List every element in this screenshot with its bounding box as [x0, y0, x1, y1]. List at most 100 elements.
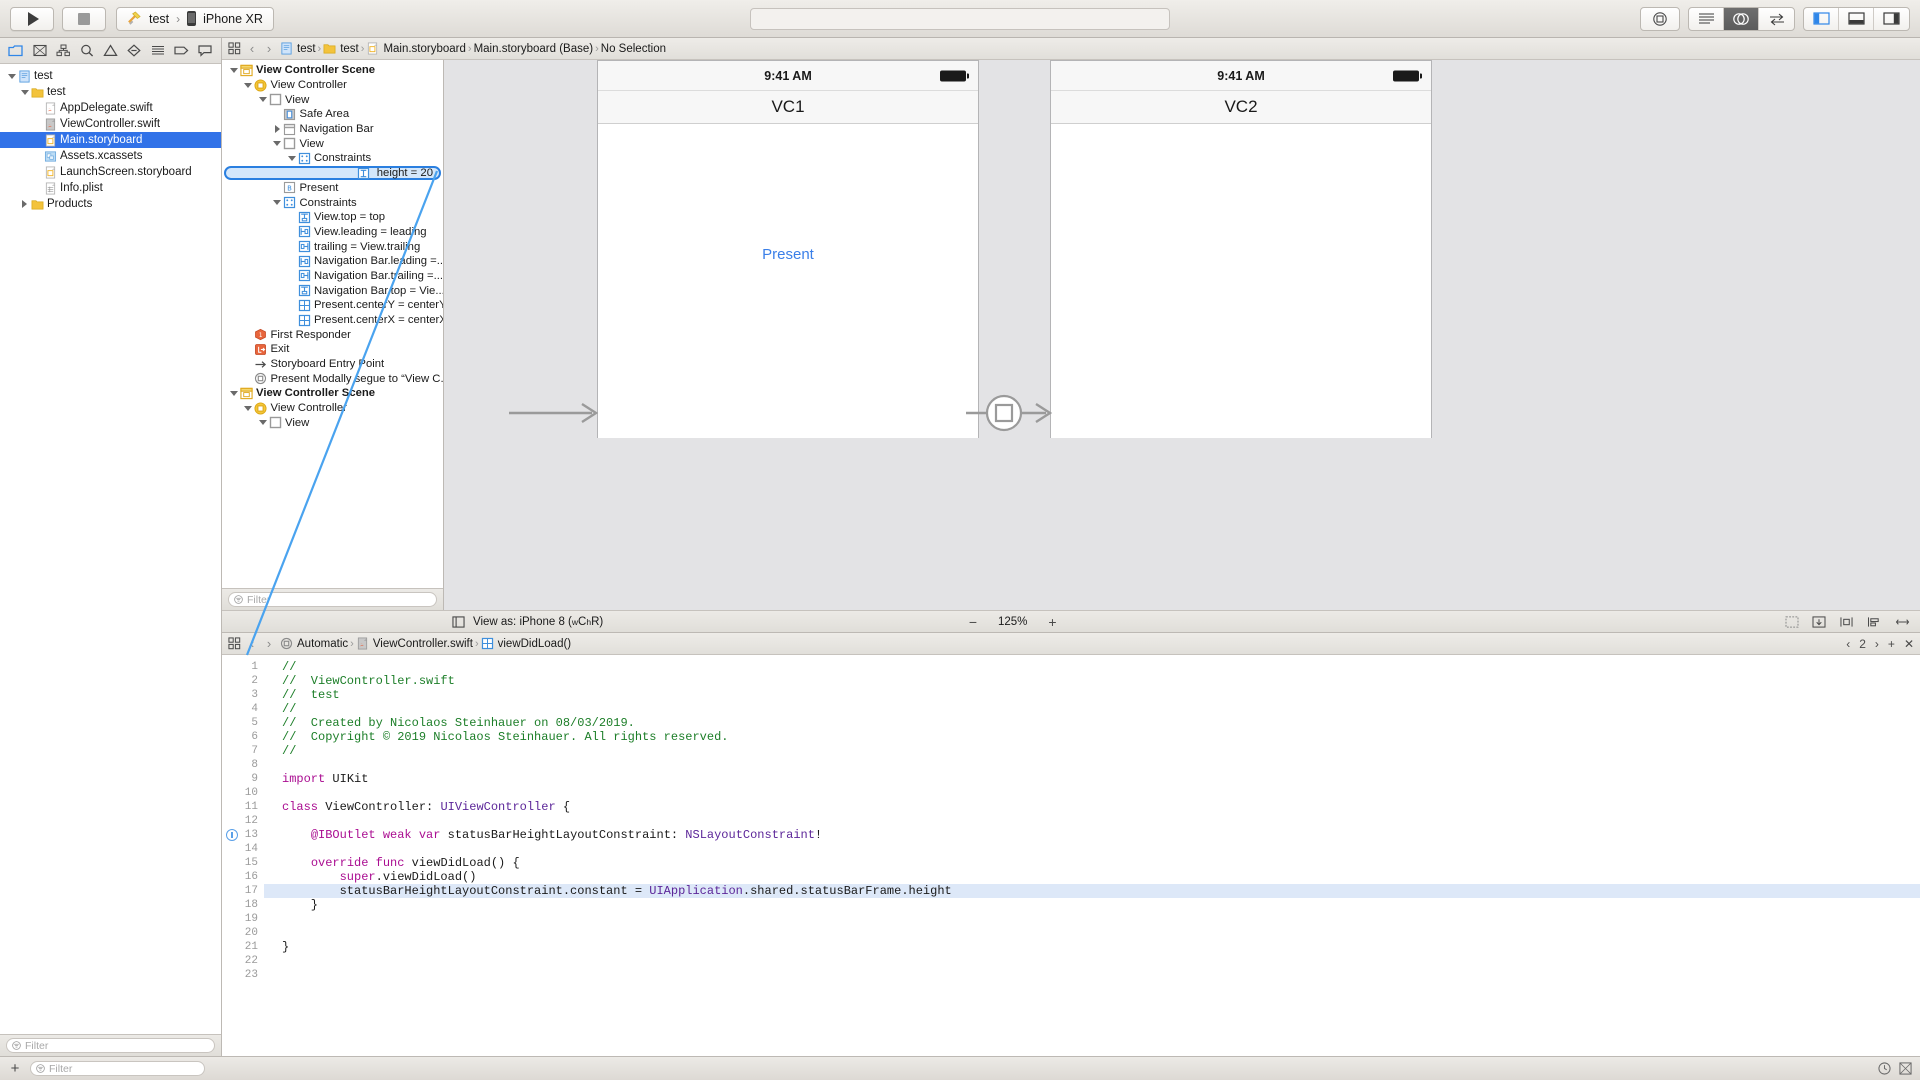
outline-item[interactable]: Safe Area [222, 107, 443, 122]
view-as-label[interactable]: View as: iPhone 8 (w C h R) [473, 616, 603, 628]
outline-item[interactable]: Present.centerY = centerY [222, 298, 443, 313]
code-line[interactable]: statusBarHeightLayoutConstraint.constant… [264, 884, 1920, 898]
related-items-icon[interactable] [228, 42, 241, 55]
outline-item[interactable]: height = 20 [222, 166, 443, 181]
outline-item[interactable]: View.top = top [222, 210, 443, 225]
code-breadcrumb[interactable]: Automatic › ViewController.swift › viewDidLo… [280, 637, 571, 650]
outline-item[interactable]: View [222, 136, 443, 151]
library-button[interactable] [1640, 6, 1680, 31]
code-line[interactable]: } [264, 940, 1920, 954]
breadcrumb-item[interactable]: test [323, 42, 359, 55]
twisty-open[interactable] [228, 390, 239, 396]
navigator-item[interactable]: test [0, 68, 221, 84]
outline-item[interactable]: Navigation Bar.top = Vie... [222, 283, 443, 298]
code-line[interactable]: super.viewDidLoad() [264, 870, 1920, 884]
code-line[interactable]: // test [264, 688, 1920, 702]
navigator-item[interactable]: AppDelegate.swift [0, 100, 221, 116]
navigator-tab-debug[interactable] [146, 39, 170, 63]
code-text-area[interactable]: 1 2 3 4 5 6 7 8 9 10 11 12 13 14 15 16 17 18 19 20 21 22 23 //… [222, 655, 1920, 1056]
outline-selected-pill[interactable]: height = 20 [224, 166, 441, 181]
outline-filter-input[interactable]: Filter [228, 592, 437, 607]
breadcrumb-item[interactable]: viewDidLoad() [481, 637, 571, 650]
version-editor-button[interactable] [1759, 8, 1794, 30]
twisty-open[interactable] [257, 97, 268, 103]
code-line[interactable]: // [264, 744, 1920, 758]
align-icon[interactable] [1867, 616, 1882, 628]
jump-bar-forward-button[interactable]: › [263, 41, 275, 56]
code-line[interactable] [264, 842, 1920, 856]
scene-vc1[interactable]: 9:41 AM VC1 Present [597, 60, 979, 438]
navigator-tab-source-control[interactable] [28, 39, 52, 63]
toggle-debug-button[interactable] [1839, 7, 1874, 30]
breadcrumb-item[interactable]: Automatic [280, 637, 348, 650]
outlet-connection-marker-icon[interactable] [226, 829, 238, 841]
twisty-closed[interactable] [19, 200, 30, 208]
outline-item[interactable]: View Controller [222, 78, 443, 93]
code-line[interactable] [264, 968, 1920, 982]
outline-item[interactable]: Constraints [222, 151, 443, 166]
code-line[interactable]: import UIKit [264, 772, 1920, 786]
navigator-item[interactable]: Products [0, 196, 221, 212]
embed-in-icon[interactable] [1839, 616, 1854, 628]
clock-icon[interactable] [1878, 1062, 1891, 1075]
code-line[interactable] [264, 786, 1920, 800]
code-line[interactable] [264, 926, 1920, 940]
outline-item[interactable]: Navigation Bar.trailing =... [222, 269, 443, 284]
outline-item[interactable]: B Present [222, 181, 443, 196]
breadcrumb-item[interactable]: No Selection [601, 43, 666, 55]
assistant-next-button[interactable]: › [1875, 637, 1879, 651]
breadcrumb-item[interactable]: ViewController.swift [356, 637, 473, 650]
outline-item[interactable]: Present Modally segue to “View C... [222, 371, 443, 386]
bottom-filter-input[interactable]: Filter [30, 1061, 205, 1076]
stop-button[interactable] [62, 6, 106, 31]
navigator-tab-issue[interactable] [99, 39, 123, 63]
source-code[interactable]: //// ViewController.swift// test//// Cre… [264, 655, 1920, 1056]
breadcrumb-item[interactable]: Main.storyboard (Base) [474, 43, 594, 55]
navigator-tab-find[interactable] [75, 39, 99, 63]
scheme-selector[interactable]: test › iPhone XR [116, 6, 274, 31]
zoom-level[interactable]: 125% [998, 616, 1027, 628]
code-jump-forward-button[interactable]: › [263, 636, 275, 651]
project-navigator-tree[interactable]: test test AppDelegate.swift ViewController.… [0, 64, 221, 1034]
navigator-tab-test[interactable] [122, 39, 146, 63]
jump-bar-back-button[interactable]: ‹ [246, 41, 258, 56]
navigator-item[interactable]: test [0, 84, 221, 100]
navigator-tab-report[interactable] [193, 39, 217, 63]
outline-item[interactable]: Navigation Bar.leading =... [222, 254, 443, 269]
update-frames-icon[interactable] [1812, 615, 1826, 628]
assistant-editor-button[interactable] [1724, 7, 1759, 30]
close-assistant-editor-button[interactable]: ✕ [1904, 637, 1914, 651]
outline-item[interactable]: 1 First Responder [222, 327, 443, 342]
breadcrumb-item[interactable]: test [280, 42, 316, 55]
outline-item[interactable]: View [222, 92, 443, 107]
breadcrumb-item[interactable]: Main.storyboard [366, 42, 466, 55]
code-jump-back-button[interactable]: ‹ [246, 636, 258, 651]
navigator-tab-project[interactable] [4, 39, 28, 63]
twisty-open[interactable] [228, 67, 239, 73]
storyboard-canvas[interactable]: 9:41 AM VC1 Present 9:41 AM VC2 [444, 60, 1920, 610]
panel-toggle-segment[interactable] [1803, 6, 1910, 31]
outline-item[interactable]: View Controller Scene [222, 63, 443, 78]
twisty-open[interactable] [243, 405, 254, 411]
code-line[interactable]: // [264, 660, 1920, 674]
pin-icon[interactable] [1895, 616, 1910, 628]
outline-item[interactable]: Constraints [222, 195, 443, 210]
twisty-open[interactable] [286, 155, 297, 161]
twisty-closed[interactable] [272, 125, 283, 134]
navigator-filter-input[interactable]: Filter [6, 1038, 215, 1053]
hide-panel-icon[interactable] [1899, 1062, 1912, 1075]
twisty-open[interactable] [272, 200, 283, 206]
run-button[interactable] [10, 6, 54, 31]
twisty-open[interactable] [243, 82, 254, 88]
outline-item[interactable]: View.leading = leading [222, 225, 443, 240]
code-line[interactable] [264, 912, 1920, 926]
document-outline-tree[interactable]: View Controller Scene View Controller View… [222, 60, 443, 588]
present-button[interactable]: Present [598, 246, 978, 263]
add-button[interactable]: + [8, 1060, 22, 1077]
code-line[interactable] [264, 758, 1920, 772]
add-assistant-editor-button[interactable]: + [1888, 637, 1895, 651]
navigator-item[interactable]: LaunchScreen.storyboard [0, 164, 221, 180]
navigator-item[interactable]: Info.plist [0, 180, 221, 196]
outline-item[interactable]: View Controller Scene [222, 386, 443, 401]
navigator-tab-symbol[interactable] [51, 39, 75, 63]
